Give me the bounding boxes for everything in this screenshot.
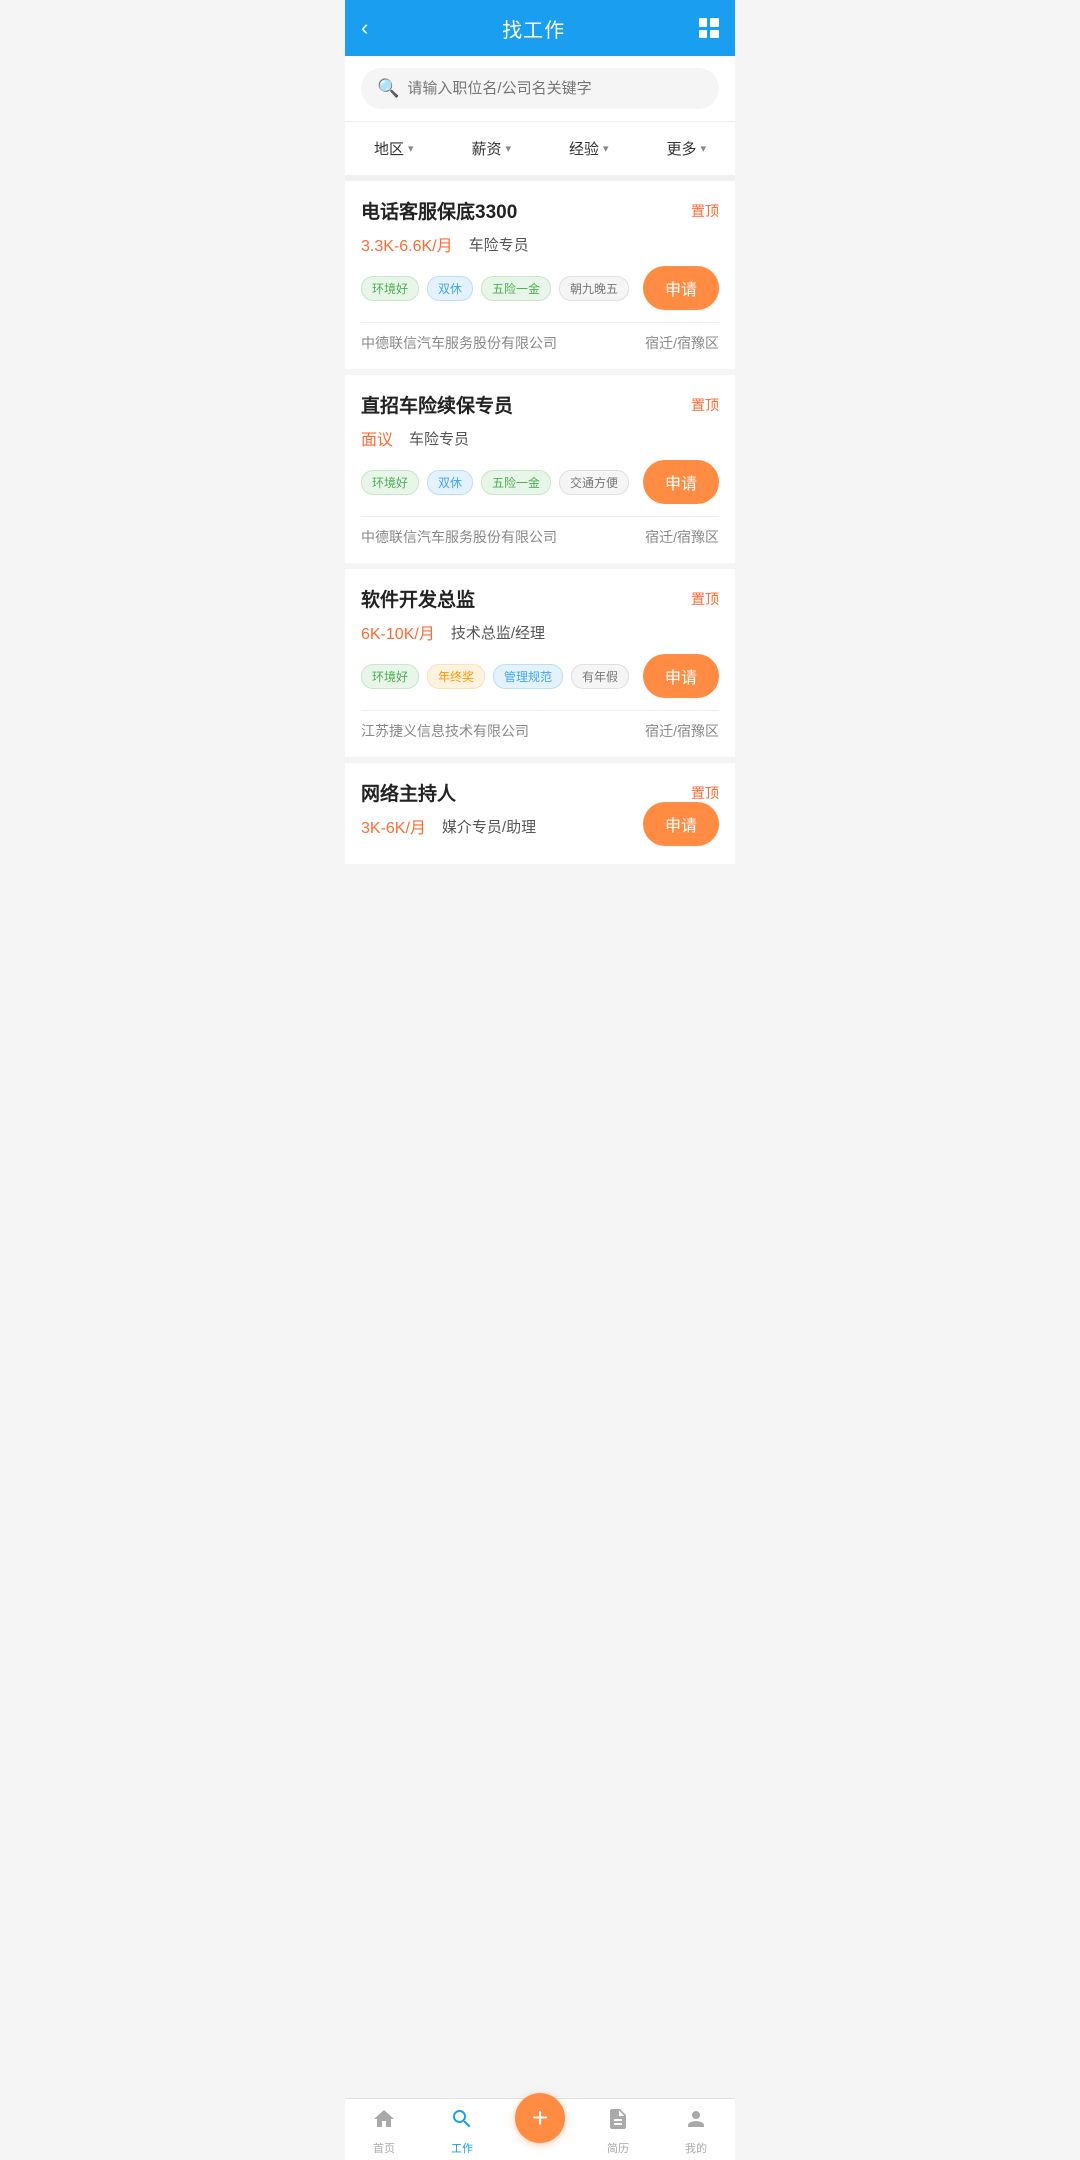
bottom-nav: 首页 工作 + 简历 我的 [345, 2098, 735, 2160]
job-card: 直招车险续保专员 置顶 面议 车险专员 环境好 双休 五险一金 交通方便 申请 … [345, 375, 735, 563]
job-type: 车险专员 [469, 234, 529, 255]
nav-home-label: 首页 [373, 2140, 395, 2156]
job-title: 网络主持人 [361, 779, 456, 806]
company-info: 中德联信汽车服务股份有限公司 宿迁/宿豫区 [361, 333, 719, 353]
job-type: 媒介专员/助理 [442, 816, 536, 837]
add-button[interactable]: + [515, 2093, 565, 2143]
chevron-down-icon: ▾ [700, 142, 706, 155]
search-bar[interactable]: 🔍 [361, 68, 719, 109]
nav-profile[interactable]: 我的 [657, 2107, 735, 2156]
tag-list: 环境好 年终奖 管理规范 有年假 [361, 664, 629, 689]
tag: 五险一金 [481, 276, 551, 301]
nav-resume[interactable]: 简历 [579, 2107, 657, 2156]
search-container: 🔍 [345, 56, 735, 122]
filter-more[interactable]: 更多 ▾ [638, 132, 736, 165]
search-icon [450, 2107, 474, 2137]
divider [361, 516, 719, 517]
resume-icon [606, 2107, 630, 2137]
company-name: 中德联信汽车服务股份有限公司 [361, 333, 557, 353]
company-info: 江苏捷义信息技术有限公司 宿迁/宿豫区 [361, 721, 719, 741]
tag: 环境好 [361, 470, 419, 495]
apply-button[interactable]: 申请 [643, 654, 719, 698]
tag: 双休 [427, 276, 473, 301]
job-title: 电话客服保底3300 [361, 197, 517, 224]
job-title: 软件开发总监 [361, 585, 475, 612]
job-title: 直招车险续保专员 [361, 391, 513, 418]
tag-list: 环境好 双休 五险一金 朝九晚五 [361, 276, 629, 301]
search-input[interactable] [407, 80, 703, 97]
pin-label: 置顶 [691, 395, 719, 415]
nav-jobs-label: 工作 [451, 2140, 473, 2156]
tag: 交通方便 [559, 470, 629, 495]
salary: 6K-10K/月 [361, 620, 435, 644]
back-button[interactable]: ‹ [361, 15, 368, 41]
tag: 管理规范 [493, 664, 563, 689]
home-icon [372, 2107, 396, 2137]
company-location: 宿迁/宿豫区 [645, 333, 719, 353]
nav-resume-label: 简历 [607, 2140, 629, 2156]
apply-button[interactable]: 申请 [643, 802, 719, 846]
divider [361, 710, 719, 711]
nav-home[interactable]: 首页 [345, 2107, 423, 2156]
company-location: 宿迁/宿豫区 [645, 721, 719, 741]
salary: 3K-6K/月 [361, 814, 426, 838]
job-list: 电话客服保底3300 置顶 3.3K-6.6K/月 车险专员 环境好 双休 五险… [345, 181, 735, 940]
tag: 有年假 [571, 664, 629, 689]
header: ‹ 找工作 [345, 0, 735, 56]
pin-label: 置顶 [691, 783, 719, 803]
tag: 年终奖 [427, 664, 485, 689]
tag: 环境好 [361, 664, 419, 689]
divider [361, 322, 719, 323]
apply-button[interactable]: 申请 [643, 460, 719, 504]
chevron-down-icon: ▾ [505, 142, 511, 155]
nav-profile-label: 我的 [685, 2140, 707, 2156]
filter-bar: 地区 ▾ 薪资 ▾ 经验 ▾ 更多 ▾ [345, 122, 735, 181]
job-card: 网络主持人 置顶 3K-6K/月 媒介专员/助理 申请 [345, 763, 735, 864]
nav-add[interactable]: + [501, 2107, 579, 2156]
search-icon: 🔍 [377, 78, 399, 99]
company-location: 宿迁/宿豫区 [645, 527, 719, 547]
pin-label: 置顶 [691, 201, 719, 221]
job-type: 车险专员 [409, 428, 469, 449]
company-name: 江苏捷义信息技术有限公司 [361, 721, 529, 741]
job-card: 电话客服保底3300 置顶 3.3K-6.6K/月 车险专员 环境好 双休 五险… [345, 181, 735, 369]
filter-salary[interactable]: 薪资 ▾ [443, 132, 541, 165]
filter-region[interactable]: 地区 ▾ [345, 132, 443, 165]
chevron-down-icon: ▾ [603, 142, 609, 155]
tag-list: 环境好 双休 五险一金 交通方便 [361, 470, 629, 495]
apply-button[interactable]: 申请 [643, 266, 719, 310]
page-title: 找工作 [502, 14, 565, 43]
chevron-down-icon: ▾ [408, 142, 414, 155]
tag: 朝九晚五 [559, 276, 629, 301]
tag: 五险一金 [481, 470, 551, 495]
salary: 3.3K-6.6K/月 [361, 232, 453, 256]
nav-jobs[interactable]: 工作 [423, 2107, 501, 2156]
tag: 双休 [427, 470, 473, 495]
filter-experience[interactable]: 经验 ▾ [540, 132, 638, 165]
company-name: 中德联信汽车服务股份有限公司 [361, 527, 557, 547]
pin-label: 置顶 [691, 589, 719, 609]
person-icon [684, 2107, 708, 2137]
company-info: 中德联信汽车服务股份有限公司 宿迁/宿豫区 [361, 527, 719, 547]
grid-button[interactable] [699, 18, 719, 38]
tag: 环境好 [361, 276, 419, 301]
job-type: 技术总监/经理 [451, 622, 545, 643]
salary: 面议 [361, 426, 393, 450]
job-card: 软件开发总监 置顶 6K-10K/月 技术总监/经理 环境好 年终奖 管理规范 … [345, 569, 735, 757]
